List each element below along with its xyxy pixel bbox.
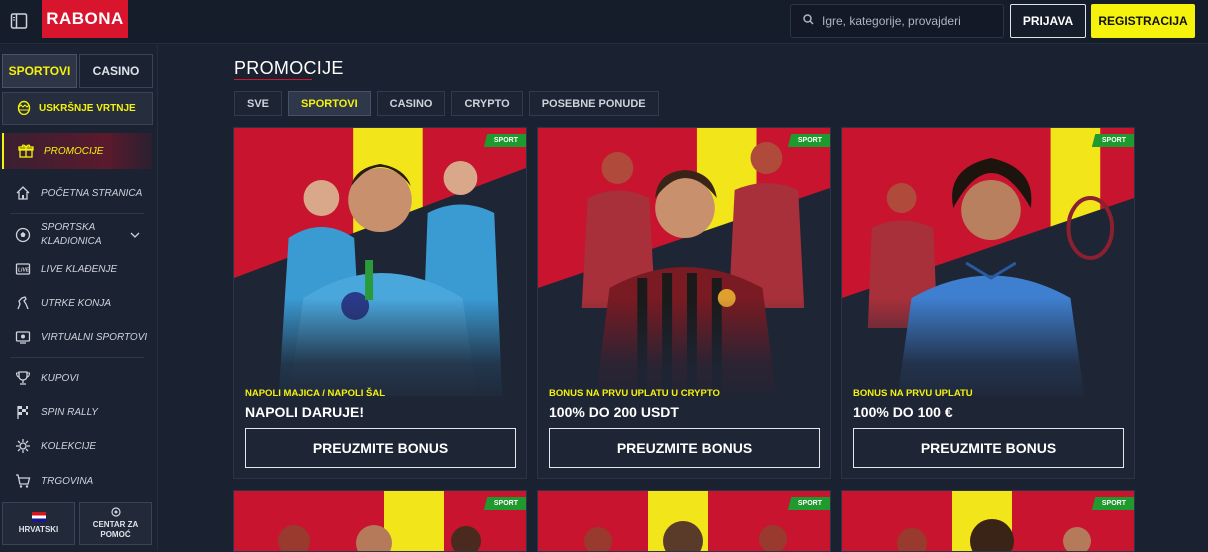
- sidebar-item-label: UTRKE KONJA: [41, 297, 112, 309]
- sport-badge: SPORT: [787, 134, 830, 147]
- sidebar-item-kupovi[interactable]: KUPOVI: [0, 370, 158, 386]
- sidebar: SPORTOVI CASINO USKRŠNJE VRTNJE PROMOCIJ…: [0, 45, 158, 550]
- sidebar-item-sportska-kladionica[interactable]: SPORTSKA KLADIONICA: [0, 221, 158, 248]
- filter-tab-posebne-ponude[interactable]: POSEBNE PONUDE: [528, 91, 659, 116]
- sidebar-item-label: LIVE KLAĐENJE: [41, 263, 118, 275]
- filter-tab-casino[interactable]: CASINO: [376, 91, 446, 116]
- easter-spins-label: USKRŠNJE VRTNJE: [39, 103, 136, 114]
- promo-card[interactable]: SPORT: [537, 490, 831, 552]
- live-icon: LIVE: [15, 263, 31, 275]
- rally-flag-icon: [17, 406, 28, 419]
- search-icon: [803, 12, 814, 30]
- claim-bonus-button[interactable]: PREUZMITE BONUS: [549, 428, 820, 468]
- sidebar-footer: HRVATSKI CENTAR ZA POMOĆ: [2, 502, 152, 545]
- promo-card-image: [234, 491, 526, 551]
- sidebar-item-label: PROMOCIJE: [44, 145, 104, 157]
- language-label: HRVATSKI: [18, 525, 59, 534]
- promo-headline: 100% DO 200 USDT: [549, 404, 679, 420]
- filter-tab-sve[interactable]: SVE: [234, 91, 283, 116]
- help-icon: [110, 507, 121, 517]
- sport-badge: SPORT: [787, 497, 830, 510]
- sport-badge: SPORT: [1091, 134, 1134, 147]
- filter-tab-crypto[interactable]: CRYPTO: [451, 91, 523, 116]
- sidebar-item-kolekcije[interactable]: KOLEKCIJE: [0, 438, 158, 454]
- promo-card[interactable]: SPORT BONUS NA PRVU UPLATU U CRYPTO 100%…: [537, 127, 831, 479]
- sidebar-item-spin-rally[interactable]: SPIN RALLY: [0, 404, 158, 420]
- sidebar-item-utrke-konja[interactable]: UTRKE KONJA: [0, 295, 158, 311]
- sidebar-item-label: SPORTSKA KLADIONICA: [41, 222, 102, 247]
- collections-icon: [16, 439, 30, 453]
- title-underline: [234, 79, 312, 80]
- sport-badge: SPORT: [483, 134, 526, 147]
- sidebar-item-label: KUPOVI: [41, 372, 79, 384]
- promo-card[interactable]: SPORT: [841, 490, 1135, 552]
- promo-subtitle: BONUS NA PRVU UPLATU U CRYPTO: [549, 388, 720, 399]
- rabona-logo[interactable]: RABONA: [42, 0, 128, 38]
- sidebar-tab-casino[interactable]: CASINO: [79, 54, 153, 88]
- promo-subtitle: BONUS NA PRVU UPLATU: [853, 388, 973, 399]
- cart-icon: [16, 474, 31, 488]
- easter-spins-button[interactable]: USKRŠNJE VRTNJE: [2, 92, 153, 125]
- soccer-ball-icon: [15, 227, 31, 242]
- promo-filter-tabs: SVE SPORTOVI CASINO CRYPTO POSEBNE PONUD…: [234, 91, 659, 116]
- sidebar-item-promocije[interactable]: PROMOCIJE: [2, 133, 152, 169]
- sidebar-item-virtualni-sportovi[interactable]: VIRTUALNI SPORTOVI: [0, 329, 158, 345]
- promo-headline: 100% DO 100 €: [853, 404, 953, 420]
- sidebar-toggle-icon[interactable]: [10, 12, 28, 30]
- promo-card[interactable]: SPORT NAPOLI MAJICA / NAPOLI ŠAL NAPOLI …: [233, 127, 527, 479]
- croatia-flag-icon: [31, 512, 46, 522]
- sidebar-item-label: TRGOVINA: [41, 475, 94, 487]
- sidebar-item-label: SPIN RALLY: [41, 406, 98, 418]
- promo-card[interactable]: SPORT: [233, 490, 527, 552]
- sidebar-item-label: VIRTUALNI SPORTOVI: [41, 331, 148, 343]
- search-input[interactable]: [822, 14, 992, 28]
- sport-badge: SPORT: [1091, 497, 1134, 510]
- help-center-button[interactable]: CENTAR ZA POMOĆ: [79, 502, 152, 545]
- claim-bonus-button[interactable]: PREUZMITE BONUS: [853, 428, 1124, 468]
- promo-headline: NAPOLI DARUJE!: [245, 404, 365, 420]
- filter-tab-sportovi[interactable]: SPORTOVI: [288, 91, 371, 116]
- home-icon: [16, 186, 30, 200]
- page-title: PROMOCIJE: [234, 58, 344, 78]
- sidebar-item-trgovina[interactable]: TRGOVINA: [0, 473, 158, 489]
- top-bar: RABONA PRIJAVA REGISTRACIJA: [0, 0, 1208, 44]
- sidebar-divider: [10, 213, 144, 214]
- virtual-sports-icon: [15, 331, 31, 344]
- sidebar-tabs: SPORTOVI CASINO: [2, 54, 153, 88]
- claim-bonus-button[interactable]: PREUZMITE BONUS: [245, 428, 516, 468]
- sidebar-item-live[interactable]: LIVE LIVE KLAĐENJE: [0, 261, 158, 277]
- sidebar-divider: [10, 357, 144, 358]
- language-selector[interactable]: HRVATSKI: [2, 502, 75, 545]
- trophy-icon: [15, 371, 31, 385]
- search-box[interactable]: [790, 4, 1004, 38]
- help-label: CENTAR ZA POMOĆ: [92, 520, 139, 539]
- promo-card-image: [538, 491, 830, 551]
- promo-card[interactable]: SPORT BONUS NA PRVU UPLATU 100% DO 100 €…: [841, 127, 1135, 479]
- promo-card-image: [842, 491, 1134, 551]
- login-button[interactable]: PRIJAVA: [1010, 4, 1086, 38]
- sidebar-item-pocetna[interactable]: POČETNA STRANICA: [0, 185, 158, 201]
- easter-egg-icon: [17, 99, 31, 118]
- gift-icon: [18, 144, 34, 158]
- svg-text:LIVE: LIVE: [18, 268, 30, 274]
- promo-subtitle: NAPOLI MAJICA / NAPOLI ŠAL: [245, 388, 386, 399]
- chevron-down-icon[interactable]: [130, 231, 140, 239]
- sidebar-tab-sportovi[interactable]: SPORTOVI: [2, 54, 77, 88]
- sport-badge: SPORT: [483, 497, 526, 510]
- sidebar-item-label: KOLEKCIJE: [41, 440, 97, 452]
- sidebar-item-label: POČETNA STRANICA: [41, 187, 143, 199]
- register-button[interactable]: REGISTRACIJA: [1091, 4, 1195, 38]
- horse-icon: [17, 296, 29, 310]
